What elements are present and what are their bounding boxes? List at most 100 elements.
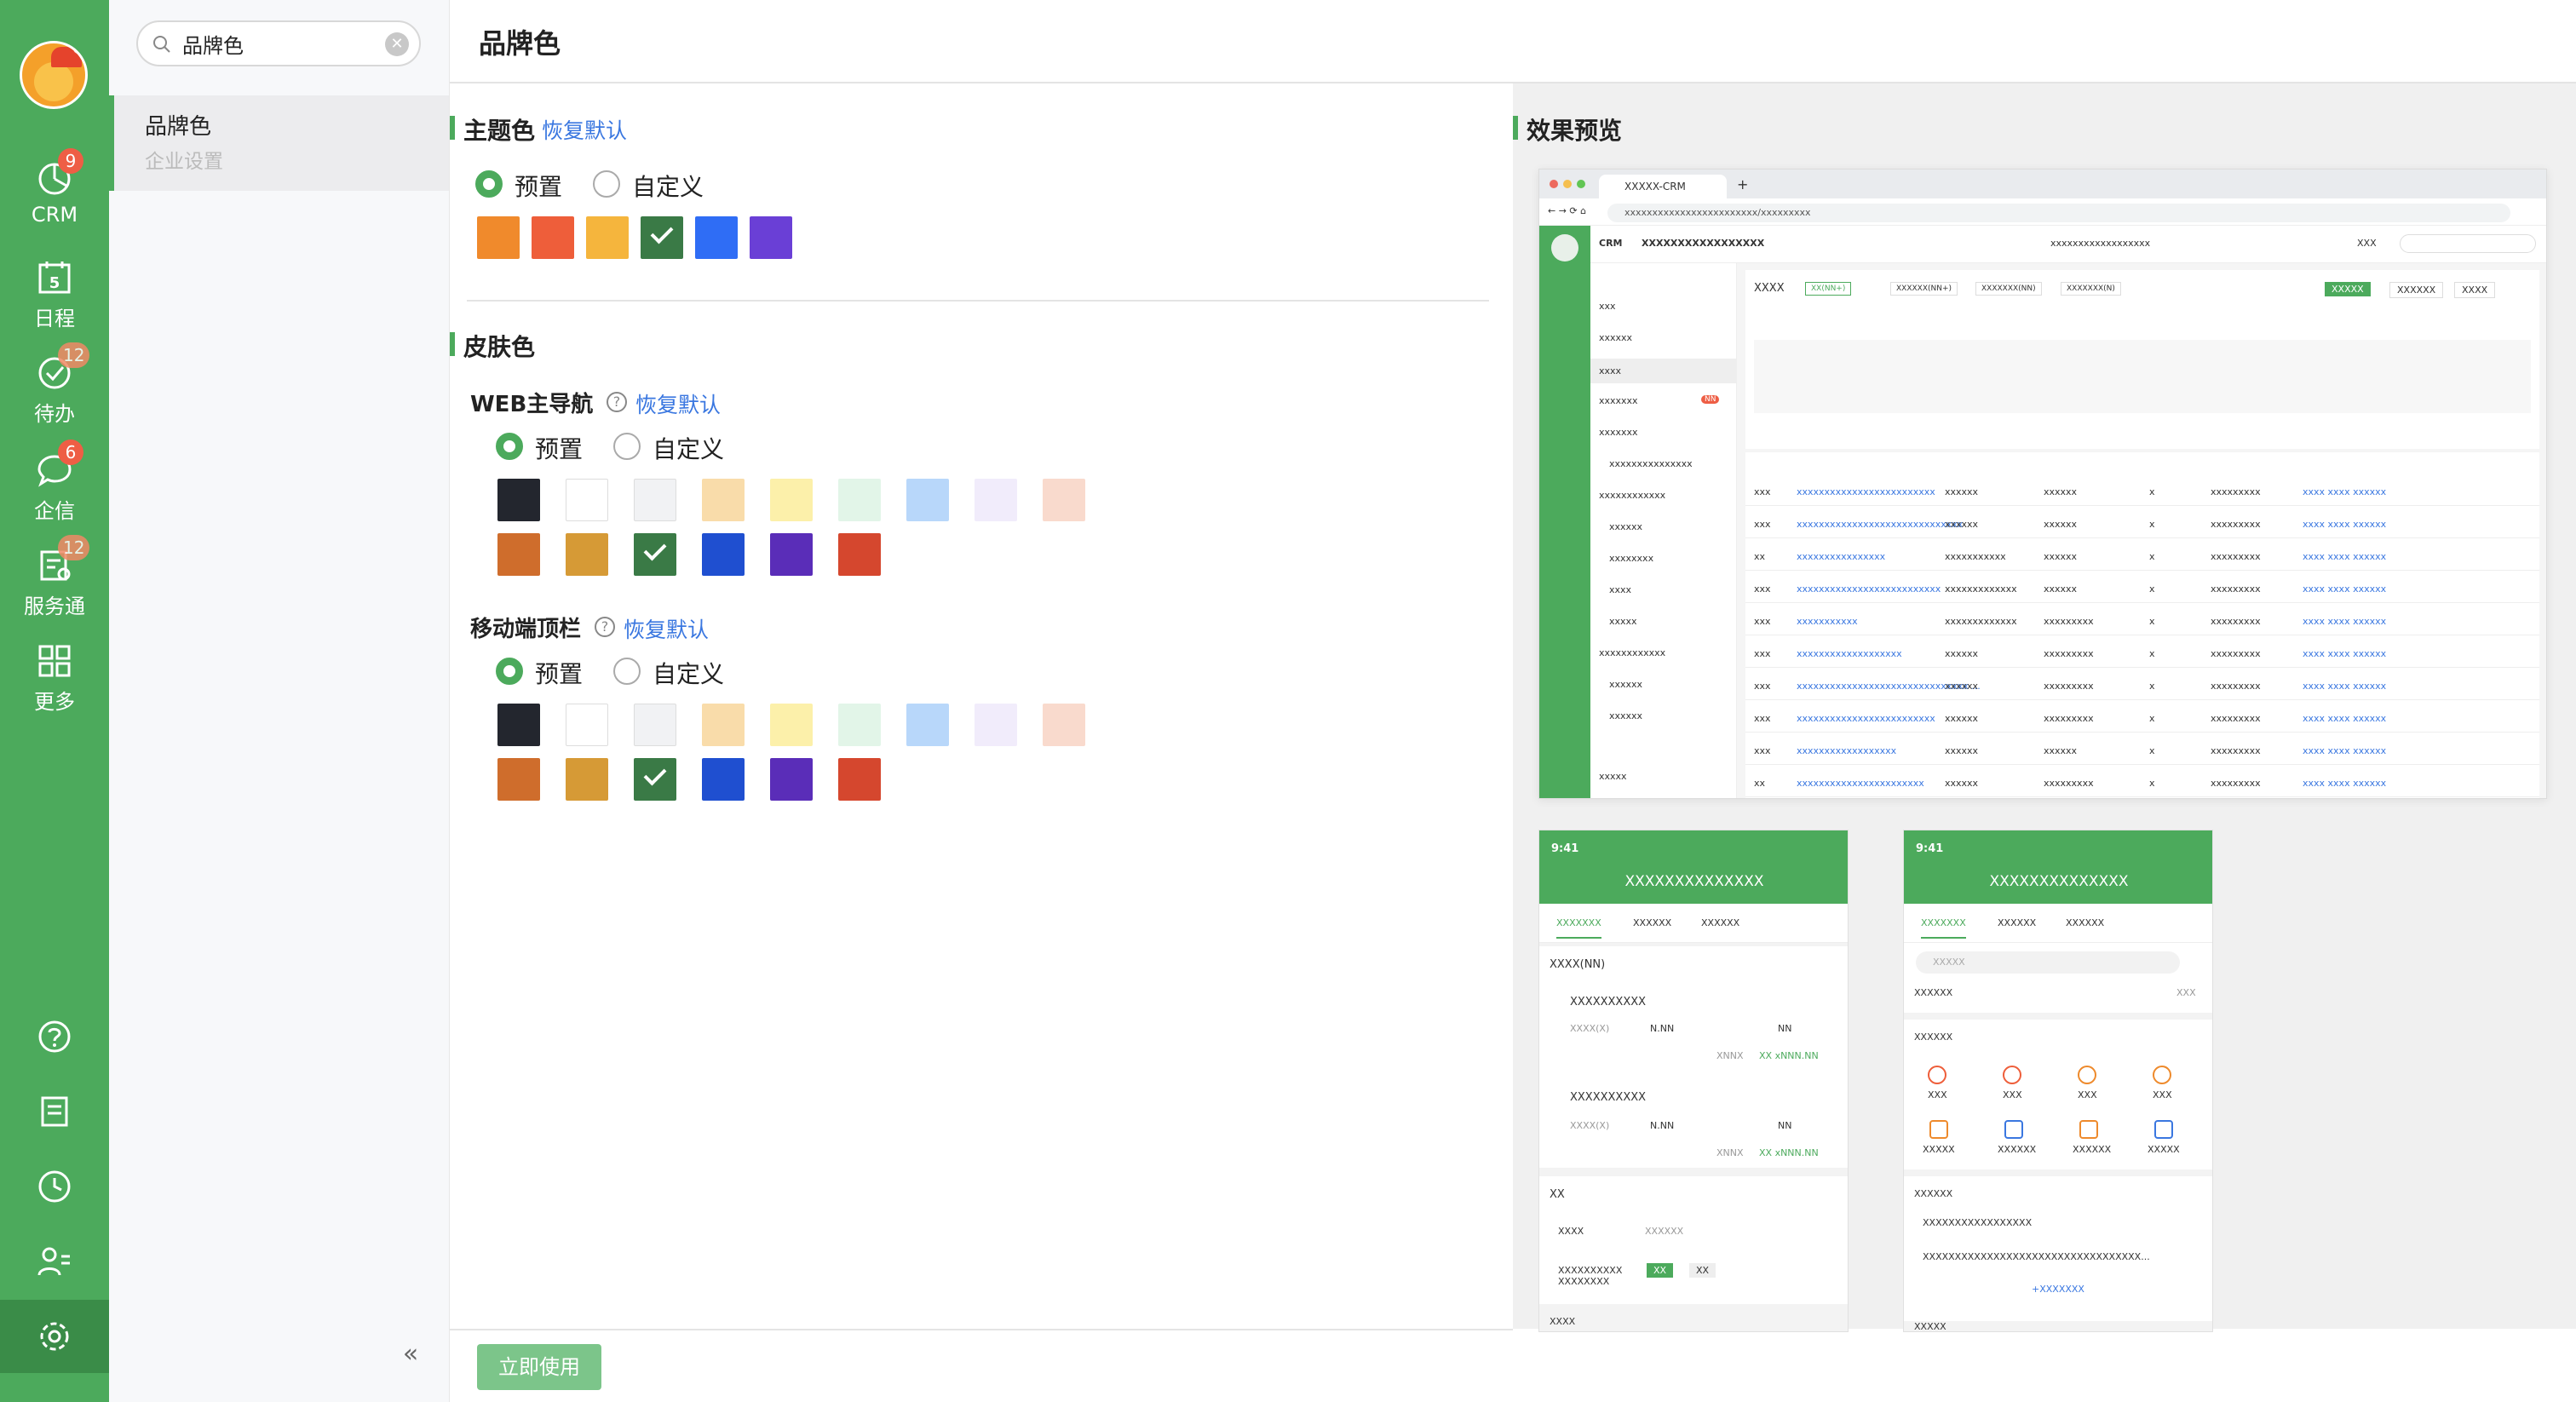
mobile-row1-swatch-8[interactable]: [1043, 704, 1085, 746]
nav-item-more[interactable]: 更多: [0, 642, 109, 719]
theme-swatch-1[interactable]: [532, 216, 574, 259]
nav-settings[interactable]: [0, 1300, 109, 1373]
preview-table-cell: xxxxxxxxxxxxx: [1945, 616, 2017, 627]
action-bar: 立即使用: [450, 1329, 1513, 1402]
theme-swatch-2[interactable]: [586, 216, 629, 259]
preview-table-cell: xxxxxxxxxxx: [1797, 616, 1858, 627]
mobile-row1-swatch-3[interactable]: [702, 704, 745, 746]
nav-item-service[interactable]: 12 服务通: [0, 535, 109, 623]
web-help-icon[interactable]: ?: [607, 392, 627, 412]
settings-search[interactable]: ✕: [136, 20, 421, 66]
web-row1-swatch-0[interactable]: [497, 479, 540, 521]
chat-badge: 6: [58, 440, 83, 465]
mobile-row2-swatch-3[interactable]: [702, 758, 745, 801]
web-row1-swatch-1[interactable]: [566, 479, 608, 521]
web-row2-swatch-1[interactable]: [566, 533, 608, 576]
theme-swatch-0[interactable]: [477, 216, 520, 259]
phone2-title: XXXXXXXXXXXXXX: [1989, 873, 2129, 890]
web-row1-swatch-2[interactable]: [634, 479, 676, 521]
preview-table-cell: xxxxxx: [2044, 519, 2078, 530]
page-header: 品牌色: [450, 0, 2576, 83]
mobile-help-icon[interactable]: ?: [595, 617, 615, 637]
web-row1-swatch-8[interactable]: [1043, 479, 1085, 521]
nav-item-chat[interactable]: 6 企信: [0, 440, 109, 528]
avatar[interactable]: [20, 41, 88, 109]
preview-table-cell: xxxxxxxxxxxxxxxxxxxxxxxxx: [1797, 486, 1935, 497]
nav-item-calendar[interactable]: 5 日程: [0, 259, 109, 336]
check-icon: [643, 762, 667, 786]
preview-panel: 效果预览 XXXXX-CRM + ← → ⟳ ⌂ xxxxxxxxxxxxxxx…: [1513, 83, 2576, 1332]
preview-table-cell: x: [2149, 713, 2155, 724]
preview-table-cell: xxx: [1754, 648, 1771, 659]
mobile-row1-swatch-5[interactable]: [838, 704, 881, 746]
nav-history[interactable]: [0, 1150, 109, 1223]
app-icon: [2078, 1066, 2096, 1084]
nav-label-todo: 待办: [34, 402, 75, 426]
nav-label-crm: CRM: [31, 203, 78, 227]
mobile-row2-swatch-0[interactable]: [497, 758, 540, 801]
collapse-sidebar-icon[interactable]: «: [394, 1337, 428, 1371]
app-label: XXX: [2153, 1089, 2172, 1100]
preview-table-cell: xxxxxxxxxxxxxxxxxxxxxxxxxxxxxx: [1797, 519, 1964, 530]
mobile-row1-swatch-7[interactable]: [975, 704, 1017, 746]
mobile-row1-swatch-0[interactable]: [497, 704, 540, 746]
nav-help[interactable]: [0, 1000, 109, 1073]
browser-chrome: XXXXX-CRM +: [1539, 170, 2546, 198]
nav-contacts[interactable]: [0, 1225, 109, 1298]
app-label: XXX: [1928, 1089, 1947, 1100]
preview-table-cell: xxxxxxxxx: [2211, 648, 2261, 659]
mobile-row1-swatch-1[interactable]: [566, 704, 608, 746]
preview-table-cell: xxxxxxxxx: [2211, 745, 2261, 756]
preview-table-cell: x: [2149, 648, 2155, 659]
mobile-row1-swatch-4[interactable]: [770, 704, 813, 746]
search-result-item[interactable]: 品牌色 企业设置: [109, 95, 449, 191]
theme-reset-link[interactable]: 恢复默认: [542, 114, 627, 145]
nav-item-crm[interactable]: 9 CRM: [0, 148, 109, 237]
mobile-row1-swatch-2[interactable]: [634, 704, 676, 746]
preview-side-item: xxxxxxx: [1599, 395, 1638, 406]
skin-title: 皮肤色: [463, 333, 536, 361]
web-row1-swatch-6[interactable]: [906, 479, 949, 521]
web-row1-swatch-5[interactable]: [838, 479, 881, 521]
web-row2-swatch-4[interactable]: [770, 533, 813, 576]
web-row1-swatch-4[interactable]: [770, 479, 813, 521]
apply-button[interactable]: 立即使用: [477, 1344, 601, 1390]
preview-table-cell: xxx: [1754, 681, 1771, 692]
web-row2-swatch-0[interactable]: [497, 533, 540, 576]
preview-table-cell: xxxxxxxxx: [2211, 519, 2261, 530]
mobile-row2-swatch-4[interactable]: [770, 758, 813, 801]
nav-label-calendar: 日程: [34, 307, 75, 330]
preview-side-item: xxxxxxxx: [1609, 553, 1654, 564]
web-row1-swatch-7[interactable]: [975, 479, 1017, 521]
theme-swatch-5[interactable]: [750, 216, 792, 259]
web-preview: XXXXX-CRM + ← → ⟳ ⌂ xxxxxxxxxxxxxxxxxxxx…: [1538, 169, 2547, 799]
mobile-row2-swatch-5[interactable]: [838, 758, 881, 801]
mobile-reset-link[interactable]: 恢复默认: [624, 613, 709, 644]
web-row2-swatch-2[interactable]: [634, 533, 676, 576]
web-row2-swatch-5[interactable]: [838, 533, 881, 576]
preview-table-cell: xxxxxx: [1945, 648, 1979, 659]
theme-swatch-3[interactable]: [641, 216, 683, 259]
divider: [467, 300, 1489, 302]
preview-table-cell: xxxxxx: [1945, 713, 1979, 724]
preview-table-cell: xx: [1754, 551, 1766, 562]
preview-table-cell: xxxxxxxxxxxxx: [1945, 583, 2017, 595]
clear-search-icon[interactable]: ✕: [385, 32, 409, 56]
search-input[interactable]: [182, 31, 378, 56]
preview-table-cell: xxxx xxxx xxxxxx: [2303, 745, 2387, 756]
preview-table-cell: xxxxxxxxxxxxxxxxxx: [1797, 745, 1897, 756]
mobile-row2-swatch-2[interactable]: [634, 758, 676, 801]
mobile-row2-swatch-1[interactable]: [566, 758, 608, 801]
app-icon: [1929, 1120, 1948, 1139]
mobile-row1-swatch-6[interactable]: [906, 704, 949, 746]
nav-notes[interactable]: [0, 1075, 109, 1148]
web-row2-swatch-3[interactable]: [702, 533, 745, 576]
web-row1-swatch-3[interactable]: [702, 479, 745, 521]
theme-swatch-4[interactable]: [695, 216, 738, 259]
page-title: 品牌色: [479, 27, 561, 60]
preview-side-item: xxxxxx: [1609, 679, 1643, 690]
preview-nav: [1539, 226, 1590, 798]
nav-item-todo[interactable]: 12 待办: [0, 342, 109, 431]
preview-side-item: xxxxxxxxxxxx: [1599, 490, 1666, 501]
web-reset-link[interactable]: 恢复默认: [635, 388, 721, 419]
